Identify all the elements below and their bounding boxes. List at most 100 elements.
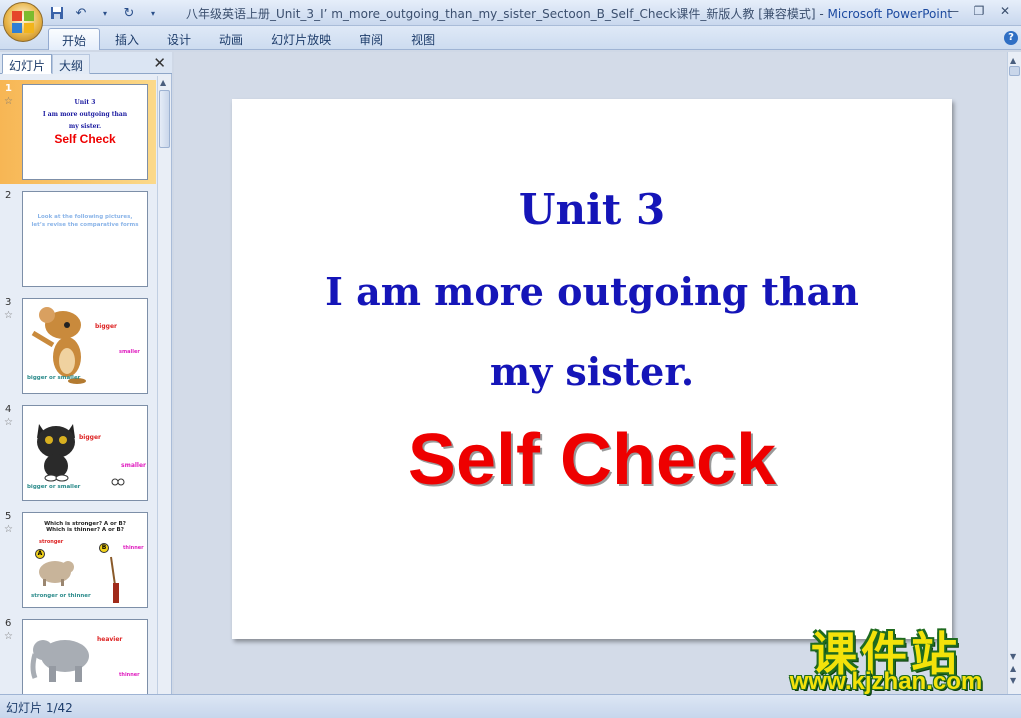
thumb-line: Which is thinner? A or B? (46, 527, 124, 533)
slide-preview[interactable]: bigger smaller bigger or smaller (22, 405, 148, 501)
thumb-line: let’s revise the comparative forms (31, 222, 139, 228)
elephant-image (30, 640, 89, 682)
save-icon[interactable] (48, 4, 66, 22)
slide-preview[interactable]: Which is stronger? A or B? Which is thin… (22, 512, 148, 608)
scroll-up-icon[interactable]: ▲ (160, 78, 166, 87)
thumb-line: my sister. (68, 123, 102, 130)
thumb-label: stronger (39, 539, 64, 545)
cat-cartoon-image (37, 424, 75, 482)
slide-thumbnail-3[interactable]: 3 ☆ bigger smaller bigger or smaller (0, 294, 156, 398)
tab-view[interactable]: 视图 (398, 28, 448, 50)
title-separator: - (815, 7, 828, 21)
thumb-line: Look at the following pictures, (37, 214, 133, 220)
animation-star-icon: ☆ (4, 96, 13, 107)
slide-thumbnail-4[interactable]: 4 ☆ bigger smaller bigger or smaller (0, 401, 156, 505)
status-bar: 幻灯片 1/42 (0, 694, 1021, 718)
office-button[interactable] (3, 2, 43, 42)
slide-preview[interactable]: Unit 3 I am more outgoing than my sister… (22, 84, 148, 180)
slide-number: 3 (5, 297, 12, 308)
slide-editor: Unit 3 I am more outgoing than my sister… (174, 52, 1007, 694)
app-name: Microsoft PowerPoint (827, 7, 953, 21)
quick-access-toolbar: ↶ ▾ ↻ ▾ (48, 4, 162, 22)
document-title: 八年级英语上册_Unit_3_I’ m_more_outgoing_than_m… (186, 7, 816, 21)
editor-scrollbar[interactable]: ▲ ▼ ▲ ▼ (1007, 52, 1021, 694)
scrollbar-thumb[interactable] (1009, 66, 1020, 76)
thumb-label: smaller (121, 462, 147, 469)
animation-star-icon: ☆ (4, 524, 13, 535)
slide-subtitle-line1[interactable]: I am more outgoing than (232, 269, 952, 314)
slide-preview[interactable]: heavier thinner (22, 619, 148, 694)
close-icon[interactable]: ✕ (153, 54, 166, 72)
slide-number: 4 (5, 404, 12, 415)
slide-unit-title[interactable]: Unit 3 (232, 185, 952, 234)
slide-thumbnail-6[interactable]: 6 ☆ heavier thinner (0, 615, 156, 694)
customize-toolbar-icon[interactable]: ▾ (144, 4, 162, 22)
slide-counter: 幻灯片 1/42 (6, 701, 73, 715)
thumb-highlight: Self Check (54, 132, 116, 146)
panel-tabs: 幻灯片 大纲 ✕ (0, 52, 172, 74)
close-icon[interactable]: ✕ (993, 2, 1017, 20)
restore-icon[interactable]: ❐ (967, 2, 991, 20)
title-bar: ↶ ▾ ↻ ▾ 八年级英语上册_Unit_3_I’ m_more_outgoin… (0, 0, 1021, 42)
help-icon[interactable]: ? (1004, 31, 1018, 45)
slide-subtitle-line2[interactable]: my sister. (232, 349, 952, 394)
next-slide-icon[interactable]: ▼ (1010, 676, 1016, 685)
slide-thumbnail-5[interactable]: 5 ☆ Which is stronger? A or B? Which is … (0, 508, 156, 612)
slide-number: 2 (5, 190, 12, 201)
tab-outline[interactable]: 大纲 (52, 54, 91, 74)
thumb-label: bigger (95, 323, 117, 330)
rope-image (110, 556, 119, 603)
marker-b: B (99, 543, 109, 553)
thumbnail-list: 1 ☆ Unit 3 I am more outgoing than my si… (0, 76, 156, 694)
animation-star-icon: ☆ (4, 417, 13, 428)
redo-icon[interactable]: ↻ (120, 4, 138, 22)
thumb-label: bigger or smaller (27, 484, 81, 490)
scroll-up-icon[interactable]: ▲ (1010, 56, 1016, 65)
slide-preview[interactable]: bigger smaller bigger or smaller (22, 298, 148, 394)
previous-slide-icon[interactable]: ▲ (1010, 664, 1016, 673)
slide-number: 6 (5, 618, 12, 629)
watermark-url: www.kjzhan.com (789, 668, 983, 695)
tab-slides[interactable]: 幻灯片 (2, 54, 53, 74)
current-slide[interactable]: Unit 3 I am more outgoing than my sister… (232, 99, 952, 639)
ribbon-tabs: 开始 插入 设计 动画 幻灯片放映 审阅 视图 (48, 28, 450, 50)
pig-cartoon-image (39, 561, 74, 586)
undo-icon[interactable]: ↶ (72, 4, 90, 22)
slide-self-check[interactable]: Self Check (232, 419, 952, 501)
thumb-line: I am more outgoing than (42, 111, 128, 118)
thumb-label: bigger or smaller (27, 375, 81, 381)
minimize-icon[interactable]: — (941, 2, 965, 20)
ribbon-tab-bar: 开始 插入 设计 动画 幻灯片放映 审阅 视图 ? (0, 26, 1021, 50)
slide-preview[interactable]: Look at the following pictures, let’s re… (22, 191, 148, 287)
window-controls: — ❐ ✕ (941, 2, 1017, 20)
watermark: 课件站 www.kjzhan.com (766, 618, 1006, 696)
animation-star-icon: ☆ (4, 631, 13, 642)
thumb-label: thinner (119, 672, 140, 678)
thumb-label: bigger (79, 434, 101, 441)
scrollbar-thumb[interactable] (159, 90, 170, 148)
thumb-label: thinner (123, 545, 144, 551)
window-title: 八年级英语上册_Unit_3_I’ m_more_outgoing_than_m… (186, 5, 952, 22)
thumb-label: stronger or thinner (31, 593, 91, 599)
chevron-down-icon[interactable]: ▾ (96, 4, 114, 22)
scroll-down-icon[interactable]: ▼ (1010, 652, 1016, 661)
office-logo-icon (12, 11, 34, 33)
slide-thumbnail-2[interactable]: 2 Look at the following pictures, let’s … (0, 187, 156, 291)
slides-panel: 幻灯片 大纲 ✕ 1 ☆ Unit 3 I am more outgoing t… (0, 52, 172, 694)
mouse-cartoon-image (31, 307, 86, 384)
tab-animations[interactable]: 动画 (206, 28, 256, 50)
thumb-label: smaller (119, 349, 140, 355)
mouse-small-image (111, 478, 125, 486)
tab-slideshow[interactable]: 幻灯片放映 (258, 28, 344, 50)
tab-design[interactable]: 设计 (154, 28, 204, 50)
slide-number: 5 (5, 511, 12, 522)
thumbnail-scrollbar[interactable]: ▲ (157, 76, 171, 694)
tab-home[interactable]: 开始 (48, 28, 101, 50)
thumb-label: heavier (97, 636, 123, 643)
slide-number: 1 (5, 83, 12, 94)
tab-review[interactable]: 审阅 (346, 28, 396, 50)
tab-insert[interactable]: 插入 (102, 28, 152, 50)
thumb-line: Unit 3 (74, 99, 96, 106)
animation-star-icon: ☆ (4, 310, 13, 321)
slide-thumbnail-1[interactable]: 1 ☆ Unit 3 I am more outgoing than my si… (0, 80, 156, 184)
